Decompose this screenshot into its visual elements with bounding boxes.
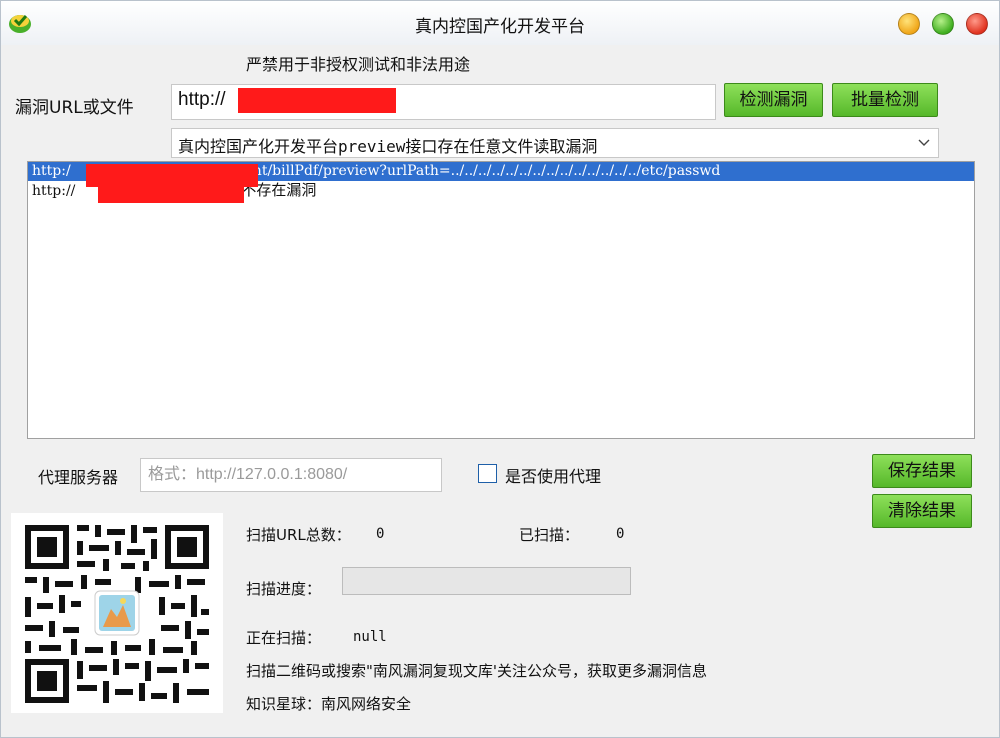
url-label: 漏洞URL或文件 [15,98,134,118]
current-scan-label: 正在扫描： [246,629,322,647]
scanned-label: 已扫描： [519,526,580,544]
result-redaction [98,184,244,203]
qr-code-icon [11,513,223,713]
batch-detect-button[interactable]: 批量检测 [832,83,938,117]
minimize-button[interactable] [898,13,920,35]
vuln-select-value: 真内控国产化开发平台preview接口存在任意文件读取漏洞 [178,137,598,156]
current-scan-value: null [353,629,387,645]
proxy-input[interactable] [140,458,442,492]
clear-results-button[interactable]: 清除结果 [872,494,972,528]
chevron-down-icon [918,139,930,146]
vuln-select[interactable]: 真内控国产化开发平台preview接口存在任意文件读取漏洞 [171,128,939,158]
knowledge-planet-text: 知识星球：南风网络安全 [246,695,412,713]
scanned-value: 0 [616,526,625,542]
progress-label: 扫描进度： [246,580,322,598]
window-title: 真内控国产化开发平台 [415,17,585,37]
qr-code [11,513,223,713]
usage-warning: 严禁用于非授权测试和非法用途 [246,55,471,74]
title-bar: 真内控国产化开发平台 [1,1,999,45]
maximize-button[interactable] [932,13,954,35]
total-urls-value: 0 [376,526,385,542]
promo-text: 扫描二维码或搜索"南风漏洞复现文库'关注公众号，获取更多漏洞信息 [246,662,708,680]
url-prefix: http:// [178,89,226,110]
app-window: 真内控国产化开发平台 严禁用于非授权测试和非法用途 漏洞URL或文件 http:… [0,0,1000,738]
use-proxy-label: 是否使用代理 [505,467,602,486]
detect-vuln-button[interactable]: 检测漏洞 [724,83,823,117]
total-urls-label: 扫描URL总数： [246,526,351,544]
url-redaction [238,88,396,113]
close-button[interactable] [966,13,988,35]
use-proxy-checkbox[interactable] [478,464,497,483]
save-results-button[interactable]: 保存结果 [872,454,972,488]
scan-progress-bar [342,567,631,595]
proxy-label: 代理服务器 [38,468,119,487]
